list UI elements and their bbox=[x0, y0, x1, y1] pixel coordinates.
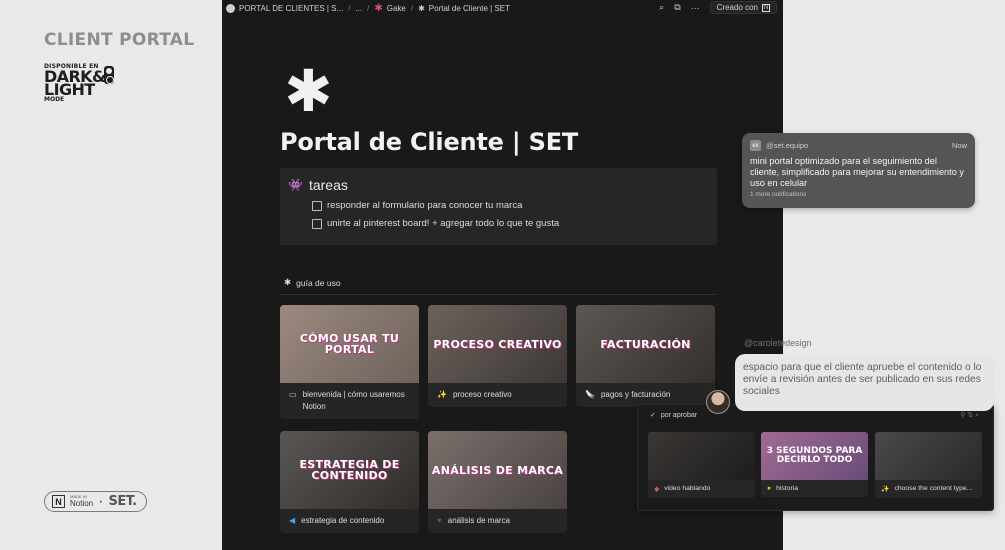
card-cover: ANÁLISIS DE MARCA bbox=[428, 431, 567, 509]
creado-con-button[interactable]: Creado con N bbox=[709, 1, 777, 14]
asterisk-icon: ✱ bbox=[374, 2, 383, 14]
space-invader-icon: 👾 bbox=[288, 178, 303, 192]
todo-label: responder al formulario para conocer tu … bbox=[327, 200, 523, 211]
breadcrumb-separator: / bbox=[367, 3, 370, 13]
breadcrumb-separator: / bbox=[348, 3, 351, 13]
breadcrumb-label: PORTAL DE CLIENTES | S... bbox=[239, 3, 344, 13]
cover-text: CÓMO USAR TU PORTAL bbox=[299, 332, 400, 356]
comment-handle: @caroletedesign bbox=[744, 338, 812, 348]
board-group-header[interactable]: ✓ por aprobar bbox=[650, 411, 698, 420]
card-cover: 3 SEGUNDOS PARA DECIRLO TODO bbox=[761, 432, 868, 480]
card-caption: choose the content type... bbox=[894, 485, 973, 492]
check-icon: ✓ bbox=[650, 412, 656, 419]
notion-label: Notion bbox=[70, 499, 94, 508]
board-card-historia[interactable]: 3 SEGUNDOS PARA DECIRLO TODO ● historia bbox=[761, 432, 868, 497]
gallery-card-estrategia[interactable]: ESTRATEGIA DE CONTENIDO ◀ estrategia de c… bbox=[280, 431, 419, 533]
card-caption: pagos y facturación bbox=[600, 390, 671, 399]
card-caption: estrategia de contenido bbox=[301, 516, 385, 525]
asterisk-icon: ✱ bbox=[418, 3, 425, 13]
breadcrumb-item-gake[interactable]: ✱ Gake bbox=[374, 3, 406, 14]
card-caption: proceso creativo bbox=[452, 390, 512, 399]
card-caption: historia bbox=[776, 485, 799, 492]
lips-icon: ◆ bbox=[654, 486, 660, 493]
approval-board: ✓ por aprobar ⚲ ⇅ ⌕ ◆ video hablando 3 SE… bbox=[637, 404, 994, 511]
gallery-card-welcome[interactable]: CÓMO USAR TU PORTAL ▭ bienvenida | cómo u… bbox=[280, 305, 419, 419]
page-title[interactable]: Portal de Cliente | SET bbox=[280, 128, 578, 156]
page-asterisk-icon[interactable]: ✱ bbox=[284, 62, 333, 120]
board-group-label: por aprobar bbox=[660, 411, 698, 419]
gallery-card-proceso[interactable]: PROCESO CREATIVO ✨ proceso creativo bbox=[428, 305, 567, 407]
breadcrumb-label: ... bbox=[355, 3, 363, 13]
board-card-choose[interactable]: ✨ choose the content type... bbox=[875, 432, 982, 498]
set-logo: SET. bbox=[108, 494, 137, 509]
cover-text: 3 SEGUNDOS PARA DECIRLO TODO bbox=[766, 446, 863, 465]
top-actions: ⌕ ⧉ ··· Creado con N bbox=[659, 1, 777, 14]
card-cover: PROCESO CREATIVO bbox=[428, 305, 567, 383]
saw-icon: 🪚 bbox=[585, 390, 595, 399]
breadcrumb-label: Gake bbox=[386, 3, 406, 13]
breadcrumb-item-portal[interactable]: ✱ Portal de Cliente | SET bbox=[418, 4, 510, 13]
sun-icon: ● bbox=[767, 485, 772, 492]
card-caption: video hablando bbox=[664, 485, 711, 492]
notification-body: mini portal optimizado para el seguimien… bbox=[750, 156, 964, 188]
heart-icon: ♥ bbox=[437, 516, 442, 525]
notification-more: 1 more notifications bbox=[750, 191, 807, 198]
card-caption: análisis de marca bbox=[447, 516, 510, 525]
card-cover: ESTRATEGIA DE CONTENIDO bbox=[280, 431, 419, 509]
gallery-card-analisis[interactable]: ANÁLISIS DE MARCA ♥ análisis de marca bbox=[428, 431, 567, 533]
divider bbox=[280, 294, 717, 295]
user-icon bbox=[226, 3, 235, 13]
made-with-notion-badge: N MADE IN Notion · SET. bbox=[44, 491, 147, 512]
breadcrumb-item-clientes[interactable]: PORTAL DE CLIENTES | S... bbox=[226, 3, 344, 13]
card-cover: CÓMO USAR TU PORTAL bbox=[280, 305, 419, 383]
breadcrumb-item-ellipsis[interactable]: ... bbox=[355, 4, 362, 13]
gallery-card-facturacion[interactable]: FACTURACIÓN 🪚 pagos y facturación bbox=[576, 305, 715, 407]
cover-text: ANÁLISIS DE MARCA bbox=[431, 463, 564, 477]
theme-toggle-icon bbox=[104, 66, 114, 84]
card-cover bbox=[648, 432, 755, 480]
card-caption: bienvenida | cómo usaremos Notion bbox=[302, 390, 405, 411]
todo-checkbox[interactable] bbox=[312, 218, 322, 229]
breadcrumb-separator: / bbox=[410, 3, 414, 13]
avatar bbox=[706, 390, 730, 414]
card-cover bbox=[875, 432, 982, 480]
duplicate-icon[interactable]: ⧉ bbox=[674, 2, 680, 13]
notification-time: Now bbox=[951, 141, 967, 150]
card-cover: FACTURACIÓN bbox=[576, 305, 715, 383]
guide-label: guía de uso bbox=[296, 277, 341, 288]
client-portal-title: CLIENT PORTAL bbox=[44, 30, 195, 50]
todo-item: unirte al pinterest board! + agregar tod… bbox=[312, 218, 709, 229]
tareas-callout: 👾 tareas responder al formulario para co… bbox=[280, 168, 717, 245]
tareas-title: tareas bbox=[308, 177, 348, 193]
laptop-icon: ▭ bbox=[289, 390, 297, 399]
todo-item: responder al formulario para conocer tu … bbox=[312, 200, 709, 211]
sparkles-icon: ✨ bbox=[881, 486, 890, 493]
notion-logo-icon: N bbox=[762, 3, 770, 12]
cover-text: PROCESO CREATIVO bbox=[433, 337, 562, 351]
board-tools-icons[interactable]: ⚲ ⇅ ⌕ bbox=[960, 411, 979, 420]
app-icon: ex bbox=[750, 140, 761, 151]
breadcrumb-label: Portal de Cliente | SET bbox=[428, 3, 511, 13]
megaphone-icon: ◀ bbox=[289, 516, 296, 525]
search-icon[interactable]: ⌕ bbox=[659, 2, 664, 13]
asterisk-icon: ✱ bbox=[284, 277, 292, 287]
availability-label: DISPONIBLE EN DARK& LIGHT MODE bbox=[44, 63, 106, 103]
board-card-video[interactable]: ◆ video hablando bbox=[648, 432, 755, 498]
notion-logo-icon: N bbox=[52, 495, 65, 508]
todo-label: unirte al pinterest board! + agregar tod… bbox=[327, 218, 560, 229]
notification-sender: @set.equipo bbox=[766, 141, 809, 150]
notification-toast[interactable]: ex @set.equipo Now mini portal optimizad… bbox=[742, 133, 975, 208]
creado-con-label: Creado con bbox=[716, 3, 758, 12]
more-icon[interactable]: ··· bbox=[691, 3, 700, 13]
comment-bubble: espacio para que el cliente apruebe el c… bbox=[735, 354, 994, 411]
cover-text: ESTRATEGIA DE CONTENIDO bbox=[299, 458, 400, 482]
todo-checkbox[interactable] bbox=[312, 200, 322, 211]
badge-dot: · bbox=[98, 492, 104, 510]
cover-text: FACTURACIÓN bbox=[600, 337, 691, 351]
guide-heading: ✱ guía de uso bbox=[284, 277, 341, 288]
sparkles-icon: ✨ bbox=[437, 390, 447, 399]
